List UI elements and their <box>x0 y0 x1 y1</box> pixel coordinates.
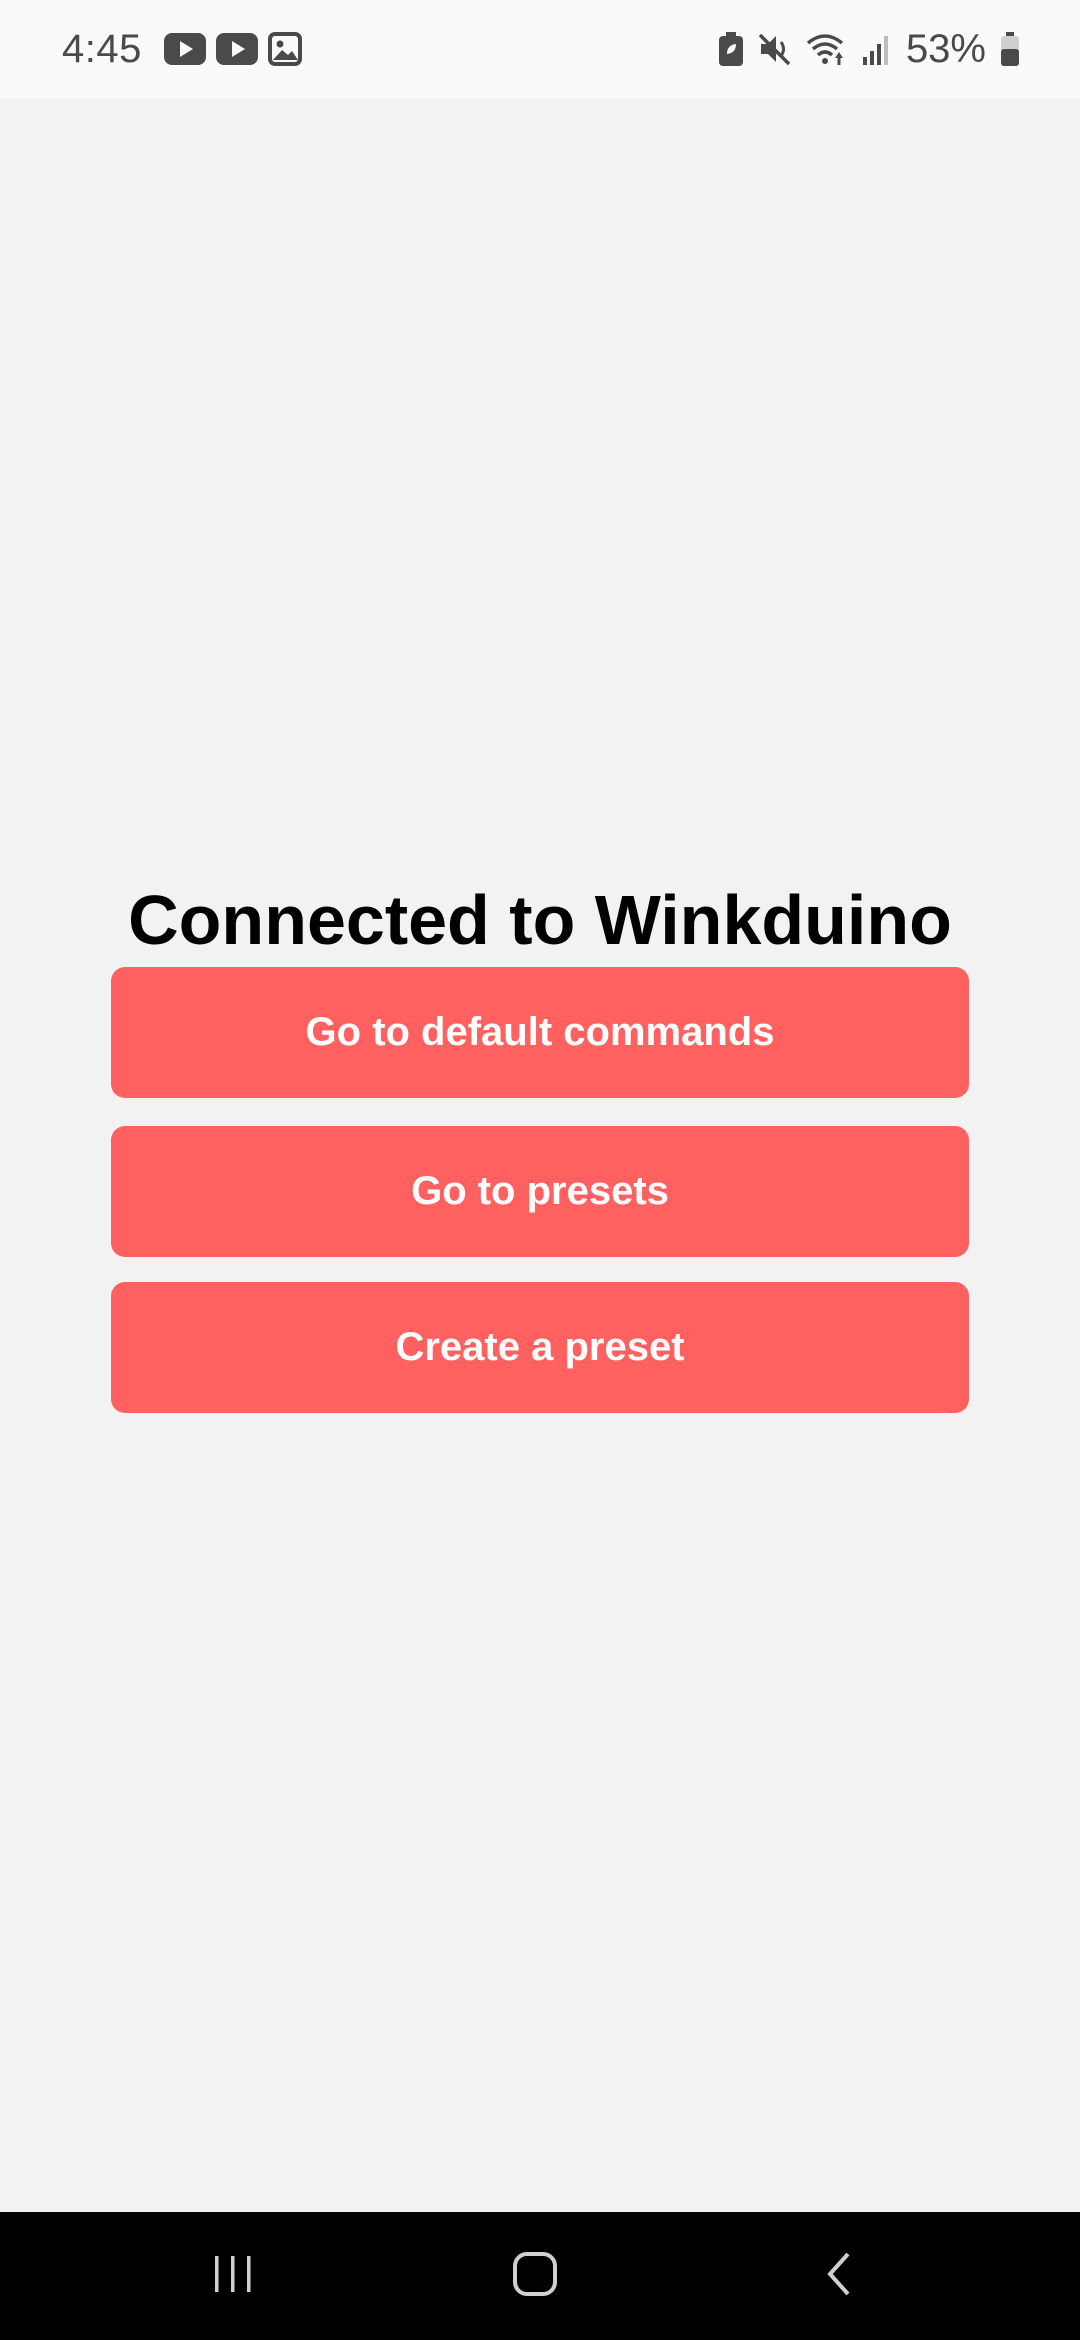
wifi-icon <box>806 32 848 66</box>
navigation-bar <box>0 2212 1080 2340</box>
battery-icon <box>1000 32 1020 66</box>
status-time: 4:45 <box>62 26 142 71</box>
presets-button[interactable]: Go to presets <box>111 1126 969 1257</box>
status-bar: 4:45 53% <box>0 0 1080 98</box>
status-right: 53% <box>718 27 1020 72</box>
create-preset-button[interactable]: Create a preset <box>111 1282 969 1413</box>
home-icon <box>511 2250 559 2303</box>
battery-saver-icon <box>718 32 744 66</box>
app-screen: 4:45 53% Connected to Winkduino Go to de… <box>0 0 1080 2340</box>
gallery-icon <box>267 32 302 66</box>
page-title: Connected to Winkduino <box>128 881 952 959</box>
youtube-icon <box>215 33 258 65</box>
mute-icon <box>758 32 792 66</box>
youtube-icon <box>163 33 206 65</box>
back-icon <box>822 2250 854 2303</box>
battery-percent: 53% <box>905 26 986 71</box>
recents-icon <box>211 2254 255 2299</box>
default-commands-button[interactable]: Go to default commands <box>111 967 969 1098</box>
recents-button[interactable] <box>153 2212 313 2340</box>
signal-icon <box>862 33 892 65</box>
home-button[interactable] <box>455 2212 615 2340</box>
back-button[interactable] <box>758 2212 918 2340</box>
status-left: 4:45 <box>62 27 302 72</box>
